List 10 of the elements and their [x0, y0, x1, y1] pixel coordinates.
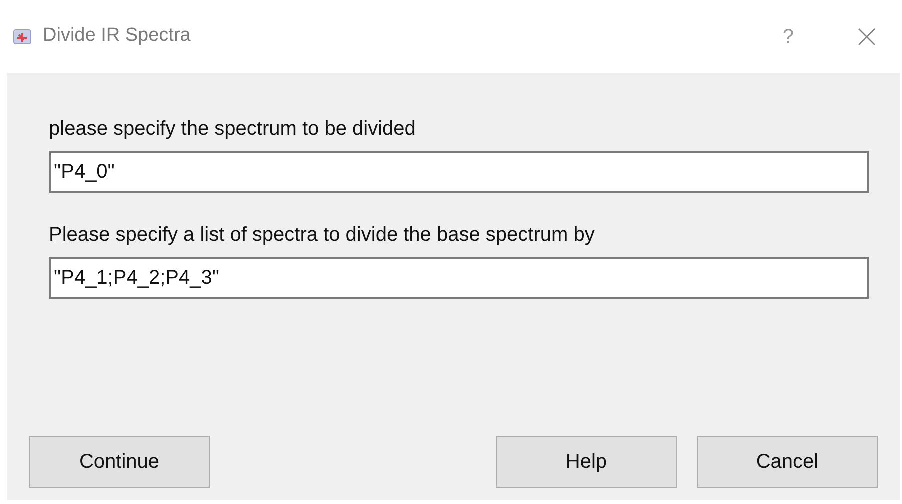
field-label: please specify the spectrum to be divided [49, 117, 417, 142]
field-label: Please specify a list of spectra to divide the base spectrum by [49, 223, 596, 248]
dialog-button[interactable]: Help [496, 436, 677, 488]
app-icon [13, 28, 33, 46]
window-title: Divide IR Spectra [43, 24, 191, 48]
input-field[interactable]: "P4_0" [49, 151, 869, 193]
dialog-button[interactable]: Cancel [697, 436, 878, 488]
close-icon[interactable] [858, 28, 876, 46]
dialog-button[interactable]: Continue [29, 436, 210, 488]
input-field[interactable]: "P4_1;P4_2;P4_3" [49, 257, 869, 299]
